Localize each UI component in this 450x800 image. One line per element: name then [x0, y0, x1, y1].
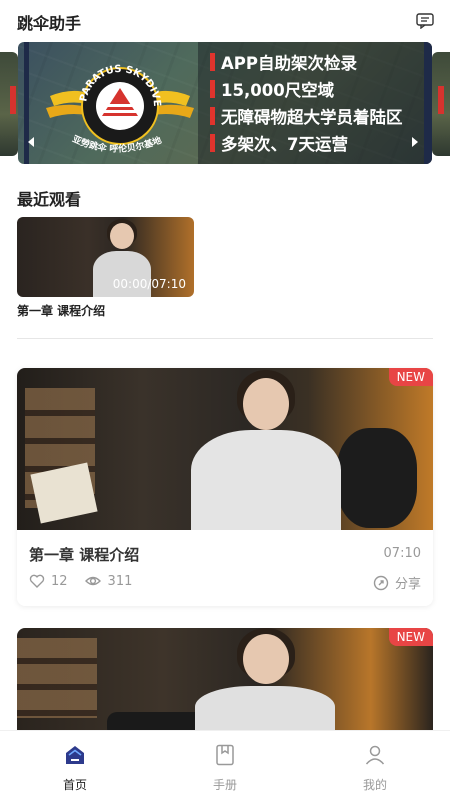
tab-label: 我的	[362, 778, 387, 792]
page-title: 跳伞助手	[17, 14, 82, 33]
recent-section-title: 最近观看	[17, 190, 82, 209]
app-header: 跳伞助手	[0, 0, 450, 44]
eye-icon	[84, 576, 101, 586]
like-count: 12	[51, 573, 68, 589]
tab-manual[interactable]: 手册	[150, 731, 300, 800]
new-badge: NEW	[388, 368, 433, 386]
banner-line-text: APP自助架次检录	[221, 53, 357, 73]
bottom-tab-bar: 首页 手册 我的	[0, 730, 450, 800]
presenter-image	[185, 628, 345, 738]
presenter-image	[185, 368, 345, 530]
banner-line: APP自助架次检录	[210, 48, 403, 75]
paratus-logo: PARATUS SKYDIVE 亚勞跳伞 呼伦贝尔基地	[46, 64, 194, 155]
banner-next-arrow-icon[interactable]	[412, 137, 418, 147]
banner-prev-arrow-icon[interactable]	[28, 137, 34, 147]
banner-feature-list: APP自助架次检录 15,000尺空域 无障碍物超大学员着陆区 多架次、7天运营	[210, 48, 403, 156]
banner-line: 无障碍物超大学员着陆区	[210, 102, 403, 129]
tab-label: 首页	[62, 778, 87, 792]
share-icon	[373, 575, 389, 590]
video-title: 第一章 课程介绍	[29, 546, 140, 564]
tab-home[interactable]: 首页	[0, 731, 150, 800]
share-label: 分享	[394, 577, 421, 592]
prev-banner-card[interactable]	[0, 52, 18, 156]
video-duration: 07:10	[383, 546, 421, 561]
next-banner-card[interactable]	[432, 52, 450, 156]
profile-icon	[365, 745, 385, 765]
recent-video-title[interactable]: 第一章 课程介绍	[17, 302, 105, 319]
message-icon[interactable]	[416, 13, 434, 29]
tab-profile[interactable]: 我的	[300, 731, 450, 800]
video-thumbnail[interactable]: NEW	[17, 628, 433, 738]
home-icon	[66, 746, 84, 764]
view-count: 311	[107, 573, 133, 589]
video-card[interactable]: NEW	[17, 628, 433, 738]
banner-line-text: 多架次、7天运营	[221, 134, 348, 154]
video-card[interactable]: NEW 第一章 课程介绍 07:10 12 311 分享	[17, 368, 433, 606]
new-badge: NEW	[388, 628, 433, 646]
banner-carousel[interactable]: PARATUS SKYDIVE 亚勞跳伞 呼伦贝尔基地 APP自助架次检录 15…	[0, 42, 450, 166]
recent-video-thumbnail[interactable]: 00:00/07:10	[17, 217, 194, 297]
video-progress-time: 00:00/07:10	[112, 277, 186, 291]
banner-line: 多架次、7天运营	[210, 129, 403, 156]
banner-line: 15,000尺空域	[210, 75, 403, 102]
banner-line-text: 无障碍物超大学员着陆区	[221, 107, 403, 127]
banner-line-text: 15,000尺空域	[221, 80, 335, 100]
manual-icon	[216, 744, 234, 766]
video-thumbnail[interactable]: NEW	[17, 368, 433, 530]
tab-label: 手册	[212, 778, 237, 792]
heart-icon[interactable]	[29, 573, 45, 589]
share-button[interactable]: 分享	[373, 573, 421, 592]
section-divider	[17, 338, 433, 339]
promo-banner[interactable]: PARATUS SKYDIVE 亚勞跳伞 呼伦贝尔基地 APP自助架次检录 15…	[18, 42, 432, 164]
